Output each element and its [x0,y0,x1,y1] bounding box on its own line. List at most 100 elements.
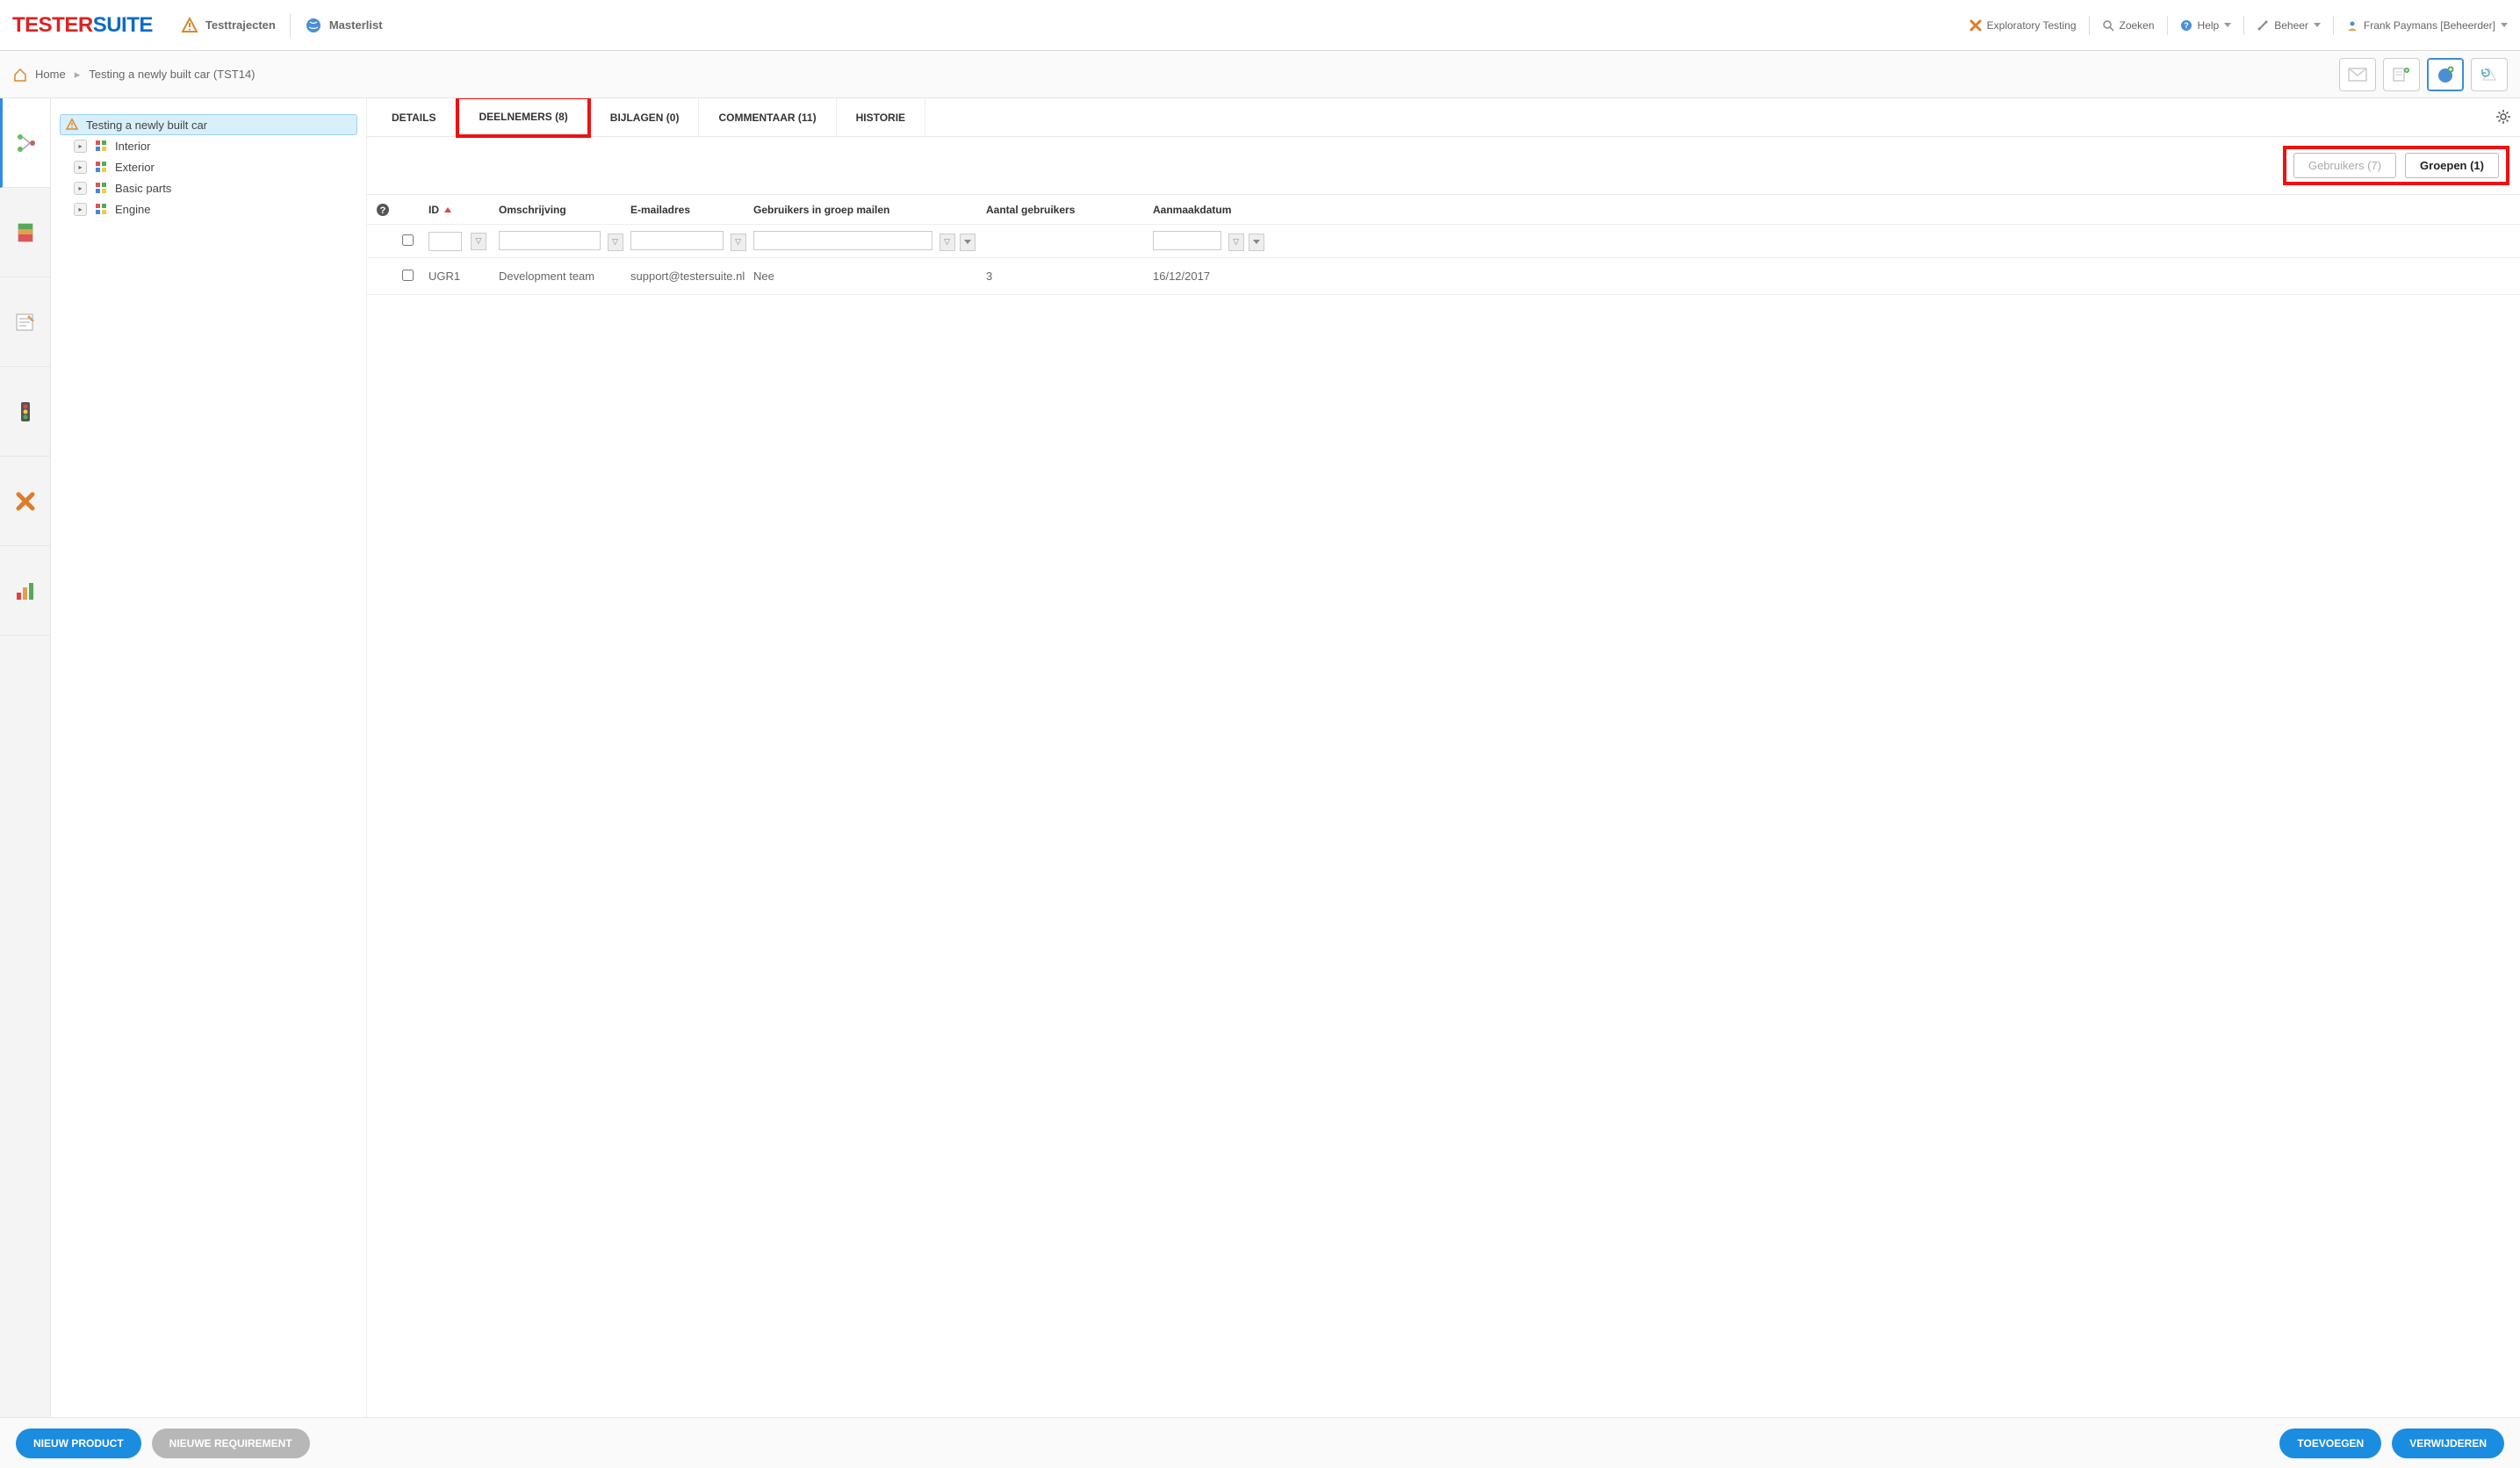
nav-zoeken-label: Zoeken [2120,19,2155,32]
tab-commentaar[interactable]: COMMENTAAR (11) [699,98,836,137]
nav-testtrajecten[interactable]: Testtrajecten [172,17,284,34]
warning-triangle-icon [181,17,198,34]
table-row[interactable]: UGR1 Development team support@testersuit… [367,258,2520,295]
row-checkbox[interactable] [402,270,414,281]
breadcrumb-bar: Home ▸ Testing a newly built car (TST14) [0,51,2520,98]
filter-icon[interactable]: ▽ [1228,234,1244,251]
separator [290,13,291,38]
tree-child[interactable]: ▸ Exterior [68,156,357,177]
filter-date-input[interactable] [1153,231,1221,250]
grid: ? ID Omschrijving E-mailadres Gebruikers… [367,195,2520,1417]
header-mailgroup[interactable]: Gebruikers in groep mailen [753,204,986,216]
breadcrumb-separator: ▸ [75,68,81,82]
rail-chart[interactable] [0,546,50,636]
nav-user-label: Frank Paymans [Beheerder] [2364,19,2495,32]
home-icon[interactable] [12,67,28,83]
filter-icon[interactable]: ▽ [731,234,746,251]
breadcrumb-home[interactable]: Home [35,68,66,81]
rail-close[interactable] [0,457,50,546]
rail-notes[interactable] [0,277,50,367]
mail-button[interactable] [2339,58,2376,91]
tabs: DETAILS DEELNEMERS (8) BIJLAGEN (0) COMM… [367,98,2520,137]
select-all-checkbox[interactable] [402,234,414,246]
refresh-triangle-icon [2480,66,2499,83]
filter-icon[interactable]: ▽ [471,233,486,250]
header-email[interactable]: E-mailadres [630,204,753,216]
tree-root[interactable]: Testing a newly built car [60,114,357,135]
globe-icon [305,17,322,34]
cell-count: 3 [986,270,1153,283]
dropdown-icon[interactable] [960,234,976,251]
tab-historie[interactable]: HISTORIE [837,98,925,137]
document-icon [13,220,38,245]
nav-masterlist-label: Masterlist [329,18,383,32]
tab-bijlagen[interactable]: BIJLAGEN (0) [591,98,700,137]
rail-tree[interactable] [0,98,50,188]
toevoegen-button[interactable]: TOEVOEGEN [2279,1428,2381,1458]
header-count[interactable]: Aantal gebruikers [986,204,1153,216]
expand-icon[interactable]: ▸ [74,140,87,153]
nav-exploratory-label: Exploratory Testing [1987,19,2077,32]
filter-icon[interactable]: ▽ [608,234,623,251]
logo[interactable]: TESTERSUITE [12,13,153,38]
grid-header: ? ID Omschrijving E-mailadres Gebruikers… [367,195,2520,225]
help-icon: ? [2180,19,2192,32]
add-globe-button[interactable] [2427,58,2464,91]
blocks-icon [94,181,108,195]
main: Testing a newly built car ▸ Interior ▸ E… [0,98,2520,1417]
filter-icon[interactable]: ▽ [940,234,955,251]
icon-rail [0,98,51,1417]
verwijderen-button[interactable]: VERWIJDEREN [2392,1428,2504,1458]
tree-child[interactable]: ▸ Basic parts [68,177,357,198]
expand-icon[interactable]: ▸ [74,161,87,174]
tree-root-label: Testing a newly built car [86,119,207,132]
tree-child-label: Exterior [115,161,155,174]
nav-help-label: Help [2198,19,2220,32]
expand-icon[interactable]: ▸ [74,203,87,216]
tab-details[interactable]: DETAILS [372,98,456,137]
separator [2243,16,2244,35]
cell-date: 16/12/2017 [1153,270,1276,283]
header-omschrijving[interactable]: Omschrijving [499,204,630,216]
tree-icon [14,131,39,155]
rail-traffic[interactable] [0,367,50,457]
add-list-button[interactable] [2383,58,2420,91]
nieuw-product-button[interactable]: NIEUW PRODUCT [16,1428,141,1458]
filter-id-input[interactable] [428,232,462,251]
cell-id: UGR1 [428,270,499,283]
nieuwe-requirement-button[interactable]: NIEUWE REQUIREMENT [152,1428,310,1458]
topbar-right: Exploratory Testing Zoeken ? Help Beheer… [1969,16,2508,35]
cell-email: support@testersuite.nl [630,270,753,283]
cell-mailgroup: Nee [753,270,986,283]
subtabs: Gebruikers (7) Groepen (1) [367,137,2520,195]
subtab-gebruikers[interactable]: Gebruikers (7) [2293,153,2396,178]
filter-desc-input[interactable] [499,231,601,250]
blocks-icon [94,202,108,216]
tab-deelnemers[interactable]: DEELNEMERS (8) [456,98,590,138]
nav-beheer[interactable]: Beheer [2257,19,2321,32]
nav-beheer-label: Beheer [2274,19,2308,32]
rail-doc[interactable] [0,188,50,277]
tree-child[interactable]: ▸ Engine [68,198,357,219]
expand-icon[interactable]: ▸ [74,182,87,195]
header-date[interactable]: Aanmaakdatum [1153,204,1276,216]
refresh-warning-button[interactable] [2471,58,2508,91]
globe-plus-icon [2436,65,2455,84]
gear-icon[interactable] [2495,109,2511,125]
nav-user[interactable]: Frank Paymans [Beheerder] [2346,19,2508,32]
bar-chart-icon [13,579,38,603]
tree-child-label: Basic parts [115,182,171,195]
tree-child[interactable]: ▸ Interior [68,135,357,156]
nav-zoeken[interactable]: Zoeken [2102,19,2155,32]
warning-triangle-icon [65,118,79,132]
filter-mailgroup-input[interactable] [753,231,932,250]
nav-masterlist[interactable]: Masterlist [296,17,392,34]
nav-help[interactable]: ? Help [2180,19,2232,32]
help-column[interactable]: ? [376,203,402,217]
filter-email-input[interactable] [630,231,724,250]
nav-exploratory[interactable]: Exploratory Testing [1969,19,2077,32]
dropdown-icon[interactable] [1249,234,1264,251]
chevron-down-icon [2224,23,2231,27]
subtab-groepen[interactable]: Groepen (1) [2405,153,2499,178]
header-id[interactable]: ID [428,204,499,216]
